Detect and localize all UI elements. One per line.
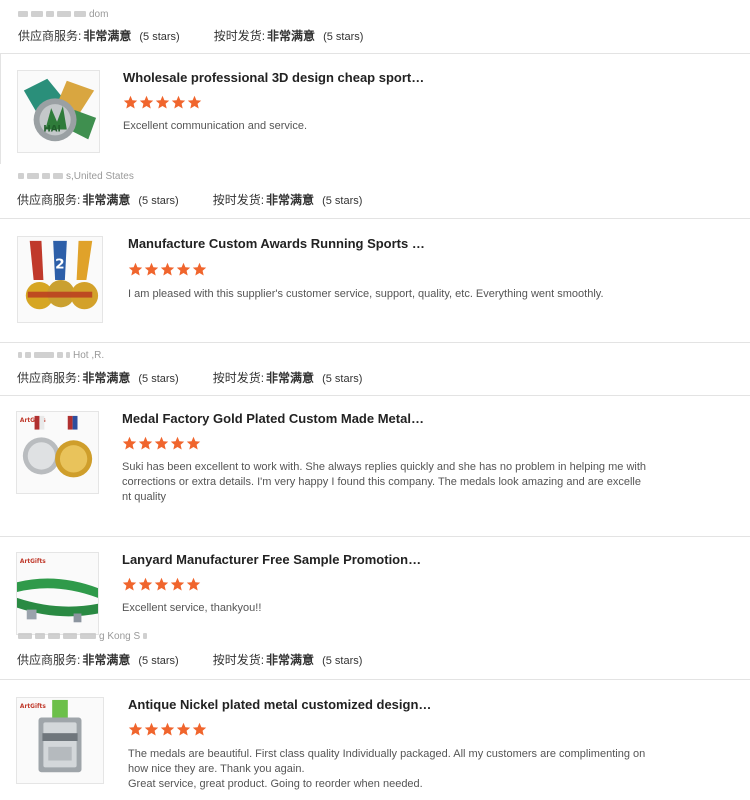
service-rating-row: 供应商服务: 非常满意 (5 stars) 按时发货: 非常满意 (5 stars) bbox=[18, 27, 363, 44]
star-icon bbox=[154, 436, 169, 450]
svg-text:ArtGifts: ArtGifts bbox=[20, 559, 46, 565]
product-thumbnail[interactable]: HAI bbox=[17, 70, 100, 153]
product-thumbnail[interactable]: ArtGifts bbox=[16, 552, 99, 635]
shipping-stars: (5 stars) bbox=[322, 195, 363, 207]
divider bbox=[0, 395, 750, 396]
review-text: The medals are beautiful. First class qu… bbox=[128, 747, 728, 792]
star-icon bbox=[186, 577, 201, 591]
shipping-label: 按时发货: bbox=[212, 193, 265, 207]
review-line: nt quality bbox=[122, 491, 167, 503]
customer-location: g Kong S bbox=[18, 631, 150, 642]
product-thumbnail[interactable]: 2 bbox=[17, 236, 103, 323]
supplier-service-label: 供应商服务: bbox=[17, 193, 81, 207]
svg-text:2: 2 bbox=[55, 256, 65, 272]
star-icon bbox=[144, 262, 159, 276]
customer-location: Hot ,R. bbox=[18, 350, 104, 361]
star-icon bbox=[186, 436, 201, 450]
star-icon bbox=[160, 262, 175, 276]
svg-text:HAI: HAI bbox=[43, 125, 60, 135]
medal-image: ArtGifts bbox=[17, 412, 98, 493]
star-rating bbox=[128, 722, 208, 736]
star-icon bbox=[192, 722, 207, 736]
customer-location: s,United States bbox=[18, 171, 134, 182]
star-icon bbox=[160, 722, 175, 736]
product-title[interactable]: Lanyard Manufacturer Free Sample Promoti… bbox=[122, 552, 421, 567]
star-icon bbox=[139, 95, 154, 109]
shipping-value: 非常满意 bbox=[266, 193, 315, 207]
service-rating-row: 供应商服务: 非常满意 (5 stars) 按时发货: 非常满意 (5 stars) bbox=[17, 191, 362, 208]
star-rating bbox=[122, 577, 202, 591]
supplier-service-stars: (5 stars) bbox=[138, 195, 179, 207]
review-text: I am pleased with this supplier's custom… bbox=[128, 288, 604, 300]
product-title[interactable]: Manufacture Custom Awards Running Sports… bbox=[128, 236, 425, 251]
shipping-stars: (5 stars) bbox=[322, 373, 363, 385]
divider bbox=[0, 536, 750, 537]
review-line: Suki has been excellent to work with. Sh… bbox=[122, 461, 647, 473]
product-title[interactable]: Wholesale professional 3D design cheap s… bbox=[123, 70, 424, 85]
service-rating-row: 供应商服务: 非常满意 (5 stars) 按时发货: 非常满意 (5 stars) bbox=[17, 369, 362, 386]
product-title[interactable]: Antique Nickel plated metal customized d… bbox=[128, 697, 431, 712]
star-rating bbox=[123, 95, 203, 109]
supplier-service-value: 非常满意 bbox=[82, 371, 131, 385]
review-line: The medals are beautiful. First class qu… bbox=[128, 748, 646, 760]
supplier-service-label: 供应商服务: bbox=[17, 371, 81, 385]
star-icon bbox=[187, 95, 202, 109]
shipping-stars: (5 stars) bbox=[322, 655, 363, 667]
product-title[interactable]: Medal Factory Gold Plated Custom Made Me… bbox=[122, 411, 424, 426]
shipping-label: 按时发货: bbox=[212, 371, 265, 385]
star-icon bbox=[144, 722, 159, 736]
customer-location: dom bbox=[18, 9, 108, 20]
medal-image: ArtGifts bbox=[17, 698, 103, 783]
review-text: Excellent service, thankyou!! bbox=[122, 602, 262, 614]
review-text: Suki has been excellent to work with. Sh… bbox=[122, 460, 682, 505]
star-icon bbox=[170, 577, 185, 591]
shipping-value: 非常满意 bbox=[266, 653, 315, 667]
product-thumbnail[interactable]: ArtGifts bbox=[16, 697, 104, 784]
star-icon bbox=[155, 95, 170, 109]
divider bbox=[0, 342, 750, 343]
medal-image: 2 bbox=[18, 237, 102, 322]
vertical-separator bbox=[0, 54, 1, 164]
divider bbox=[0, 218, 750, 219]
star-icon bbox=[138, 577, 153, 591]
star-icon bbox=[128, 722, 143, 736]
supplier-service-stars: (5 stars) bbox=[138, 655, 179, 667]
star-icon bbox=[176, 722, 191, 736]
star-icon bbox=[128, 262, 143, 276]
star-icon bbox=[122, 436, 137, 450]
service-rating-row: 供应商服务: 非常满意 (5 stars) 按时发货: 非常满意 (5 stars) bbox=[17, 651, 362, 668]
review-line: how nice they are. Thank you again. bbox=[128, 763, 305, 775]
star-icon bbox=[122, 577, 137, 591]
star-rating bbox=[128, 262, 208, 276]
shipping-label: 按时发货: bbox=[212, 653, 265, 667]
supplier-service-stars: (5 stars) bbox=[138, 373, 179, 385]
star-icon bbox=[123, 95, 138, 109]
supplier-service-label: 供应商服务: bbox=[17, 653, 81, 667]
shipping-value: 非常满意 bbox=[266, 371, 315, 385]
star-rating bbox=[122, 436, 202, 450]
product-thumbnail[interactable]: ArtGifts bbox=[16, 411, 99, 494]
star-icon bbox=[171, 95, 186, 109]
shipping-label: 按时发货: bbox=[213, 29, 266, 43]
star-icon bbox=[138, 436, 153, 450]
shipping-stars: (5 stars) bbox=[323, 31, 364, 43]
star-icon bbox=[176, 262, 191, 276]
supplier-service-label: 供应商服务: bbox=[18, 29, 82, 43]
star-icon bbox=[192, 262, 207, 276]
divider bbox=[0, 679, 750, 680]
star-icon bbox=[154, 577, 169, 591]
supplier-service-stars: (5 stars) bbox=[139, 31, 180, 43]
review-line: Great service, great product. Going to r… bbox=[128, 778, 423, 790]
svg-text:ArtGifts: ArtGifts bbox=[20, 704, 46, 710]
supplier-service-value: 非常满意 bbox=[82, 653, 131, 667]
supplier-service-value: 非常满意 bbox=[83, 29, 132, 43]
shipping-value: 非常满意 bbox=[267, 29, 316, 43]
review-line: corrections or extra details. I'm very h… bbox=[122, 476, 641, 488]
star-icon bbox=[170, 436, 185, 450]
medal-image: HAI bbox=[18, 71, 99, 152]
lanyard-image: ArtGifts bbox=[17, 553, 98, 634]
divider bbox=[0, 53, 750, 54]
supplier-service-value: 非常满意 bbox=[82, 193, 131, 207]
review-text: Excellent communication and service. bbox=[123, 120, 308, 132]
